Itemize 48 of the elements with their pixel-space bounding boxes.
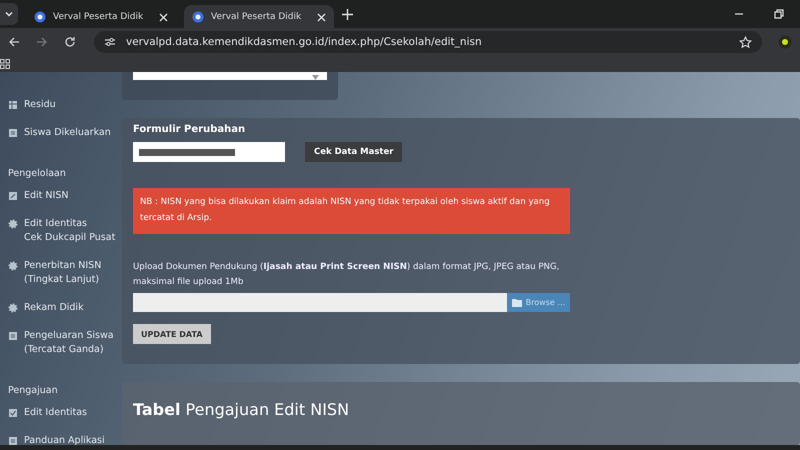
- sidebar-item[interactable]: Edit NISN: [8, 183, 122, 211]
- back-icon[interactable]: [8, 36, 20, 48]
- sidebar-item[interactable]: Edit Identitas: [8, 400, 122, 428]
- close-icon[interactable]: [159, 12, 168, 22]
- tab-list-button[interactable]: [0, 3, 18, 25]
- menu-icon: [8, 217, 18, 229]
- sidebar-item[interactable]: Siswa Dikeluarkan: [8, 120, 122, 148]
- site-logo-icon: [34, 11, 46, 23]
- caret-icon: [312, 75, 319, 80]
- sidebar-section-heading: Pengajuan: [8, 384, 59, 398]
- update-data-button[interactable]: UPDATE DATA: [133, 324, 211, 344]
- nisn-field[interactable]: [133, 142, 285, 162]
- caret-icon: [4, 9, 14, 19]
- menu-icon: [8, 434, 18, 445]
- profile-avatar-icon[interactable]: [778, 35, 792, 49]
- menu-icon: [8, 406, 18, 418]
- apps-grid-icon[interactable]: [0, 59, 10, 69]
- sidebar-item[interactable]: Penerbitan NISN (Tingkat Lanjut): [8, 253, 122, 295]
- site-logo-icon: [192, 11, 204, 23]
- sidebar-item[interactable]: Edit Identitas Cek Dukcapil Pusat: [8, 211, 122, 253]
- restore-icon[interactable]: [774, 9, 784, 19]
- menu-icon: [8, 126, 18, 138]
- sidebar-section-heading: Pengelolaan: [8, 167, 67, 181]
- reload-icon[interactable]: [64, 36, 76, 48]
- forward-icon[interactable]: [36, 36, 48, 48]
- sidebar-item[interactable]: Panduan Aplikasi: [8, 428, 122, 445]
- browser-tab[interactable]: Verval Peserta Didik: [26, 5, 176, 29]
- address-bar[interactable]: vervalpd.data.kemendikdasmen.go.id/index.php/Csekolah/edit_nisn: [94, 31, 762, 53]
- upload-instructions: Upload Dokumen Pendukung (Ijasah atau Print Screen NISN) dalam format JPG, JPEG atau PNG, maksimal file upload 1Mb: [133, 261, 560, 289]
- new-tab-icon[interactable]: [342, 8, 353, 20]
- sidebar-item[interactable]: Rekam Didik: [8, 295, 122, 323]
- sidebar-item[interactable]: Pengeluaran Siswa (Tercatat Ganda): [8, 323, 122, 365]
- sidebar-item[interactable]: Residu: [8, 92, 122, 120]
- menu-icon: [8, 189, 18, 201]
- close-icon[interactable]: [317, 12, 326, 22]
- browser-tab[interactable]: Verval Peserta Didik: [184, 5, 334, 29]
- menu-icon: [8, 98, 18, 110]
- check-data-button[interactable]: Cek Data Master: [305, 142, 402, 162]
- menu-icon: [8, 259, 18, 271]
- folder-icon: [512, 298, 523, 307]
- site-settings-icon[interactable]: [104, 36, 116, 48]
- menu-icon: [8, 329, 18, 341]
- file-path-field[interactable]: [133, 293, 507, 312]
- form-title: Formulir Perubahan: [133, 124, 246, 135]
- table-title: Tabel Pengajuan Edit NISN: [133, 400, 350, 419]
- warning-alert: NB : NISN yang bisa dilakukan klaim adalah NISN yang tidak terpakai oleh siswa aktif dan yang tercatat di Arsip.: [133, 188, 570, 234]
- bookmark-star-icon[interactable]: [739, 36, 752, 48]
- menu-icon: [8, 301, 18, 313]
